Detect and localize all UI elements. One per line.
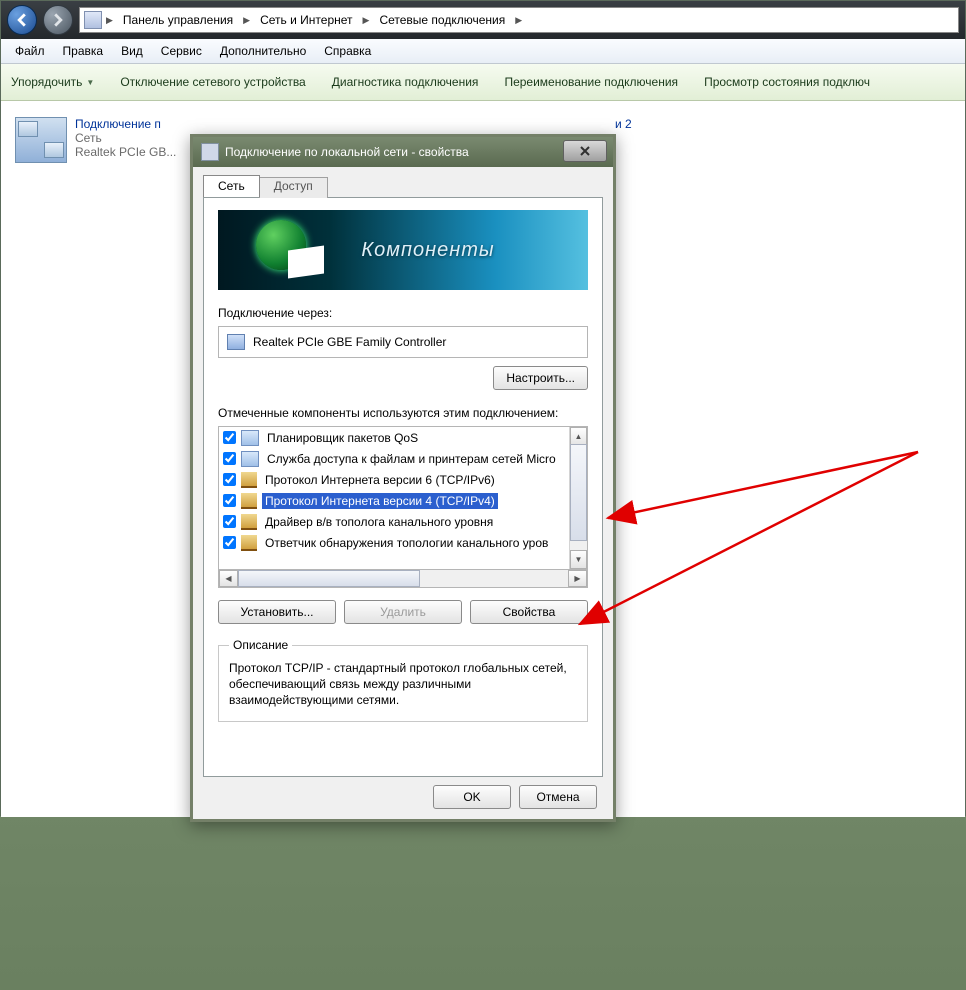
dialog-title: Подключение по локальной сети - свойства <box>225 145 605 159</box>
components-label: Отмеченные компоненты используются этим … <box>218 406 588 420</box>
component-checkbox[interactable] <box>223 494 236 507</box>
component-checkbox[interactable] <box>223 431 236 444</box>
list-item-selected[interactable]: Протокол Интернета версии 4 (TCP/IPv4) <box>219 490 569 511</box>
protocol-icon <box>241 514 257 530</box>
network-connection-item[interactable]: Подключение п Сеть Realtek PCIe GB... <box>15 117 195 163</box>
component-checkbox[interactable] <box>223 473 236 486</box>
command-bar: Упорядочить ▼ Отключение сетевого устрой… <box>1 64 965 101</box>
network-connection-icon <box>15 117 67 163</box>
chevron-right-icon: ▶ <box>363 15 370 26</box>
tab-content: Компоненты Подключение через: Realtek PC… <box>203 197 603 777</box>
cmd-diagnose[interactable]: Диагностика подключения <box>332 75 479 89</box>
protocol-icon <box>241 472 257 488</box>
description-group: Описание Протокол TCP/IP - стандартный п… <box>218 638 588 722</box>
component-name: Служба доступа к файлам и принтерам сете… <box>264 451 559 467</box>
scroll-thumb[interactable] <box>570 444 587 541</box>
list-item[interactable]: Драйвер в/в тополога канального уровня <box>219 511 569 532</box>
forward-button[interactable] <box>43 5 73 35</box>
properties-dialog: Подключение по локальной сети - свойства… <box>190 134 616 822</box>
components-list[interactable]: Планировщик пакетов QoS Служба доступа к… <box>218 426 588 570</box>
chevron-right-icon: ▶ <box>106 15 113 26</box>
dialog-titlebar[interactable]: Подключение по локальной сети - свойства <box>193 137 613 167</box>
close-icon <box>579 146 591 156</box>
cmd-label: Упорядочить <box>11 75 82 89</box>
cmd-rename[interactable]: Переименование подключения <box>504 75 678 89</box>
connection-text: Подключение п Сеть Realtek PCIe GB... <box>75 117 176 163</box>
install-button[interactable]: Установить... <box>218 600 336 624</box>
tab-network[interactable]: Сеть <box>203 175 260 197</box>
component-name: Ответчик обнаружения топологии канальног… <box>262 535 551 551</box>
banner-text: Компоненты <box>361 239 494 262</box>
connection-name: Подключение п <box>75 117 176 131</box>
network-adapter-icon <box>227 334 245 350</box>
uninstall-button: Удалить <box>344 600 462 624</box>
horizontal-scrollbar[interactable]: ◀ ▶ <box>218 570 588 588</box>
component-name: Протокол Интернета версии 4 (TCP/IPv4) <box>262 493 498 509</box>
list-item[interactable]: Протокол Интернета версии 6 (TCP/IPv6) <box>219 469 569 490</box>
configure-button[interactable]: Настроить... <box>493 366 588 390</box>
component-name: Драйвер в/в тополога канального уровня <box>262 514 496 530</box>
menu-edit[interactable]: Правка <box>55 42 112 60</box>
component-name: Протокол Интернета версии 6 (TCP/IPv6) <box>262 472 498 488</box>
protocol-icon <box>241 535 257 551</box>
dialog-icon <box>201 143 219 161</box>
component-checkbox[interactable] <box>223 536 236 549</box>
protocol-icon <box>241 493 257 509</box>
menu-extra[interactable]: Дополнительно <box>212 42 314 60</box>
properties-button[interactable]: Свойства <box>470 600 588 624</box>
back-button[interactable] <box>7 5 37 35</box>
vertical-scrollbar[interactable]: ▲ ▼ <box>569 427 587 569</box>
menu-help[interactable]: Справка <box>316 42 379 60</box>
cmd-disable-device[interactable]: Отключение сетевого устройства <box>120 75 305 89</box>
menu-bar: Файл Правка Вид Сервис Дополнительно Спр… <box>1 39 965 64</box>
menu-view[interactable]: Вид <box>113 42 151 60</box>
chevron-right-icon: ▶ <box>515 15 522 26</box>
tab-strip: Сеть Доступ <box>203 175 603 197</box>
scroll-thumb[interactable] <box>238 570 420 587</box>
nav-bar: ▶ Панель управления ▶ Сеть и Интернет ▶ … <box>1 1 965 39</box>
scroll-right-icon[interactable]: ▶ <box>568 570 587 587</box>
list-item[interactable]: Ответчик обнаружения топологии канальног… <box>219 532 569 553</box>
address-bar[interactable]: ▶ Панель управления ▶ Сеть и Интернет ▶ … <box>79 7 959 33</box>
breadcrumb-segment[interactable]: Сетевые подключения <box>373 8 511 32</box>
components-banner: Компоненты <box>218 210 588 290</box>
cmd-organize[interactable]: Упорядочить ▼ <box>11 75 94 89</box>
tab-access[interactable]: Доступ <box>259 177 328 198</box>
breadcrumb-segment[interactable]: Сеть и Интернет <box>254 8 358 32</box>
chevron-right-icon: ▶ <box>243 15 250 26</box>
connection-device: Realtek PCIe GB... <box>75 145 176 159</box>
list-item[interactable]: Планировщик пакетов QoS <box>219 427 569 448</box>
description-legend: Описание <box>229 638 292 652</box>
close-button[interactable] <box>563 140 607 162</box>
cmd-view-status[interactable]: Просмотр состояния подключ <box>704 75 870 89</box>
adapter-box: Realtek PCIe GBE Family Controller <box>218 326 588 358</box>
connection-2-label: и 2 <box>615 117 632 131</box>
component-checkbox[interactable] <box>223 515 236 528</box>
service-icon <box>241 451 259 467</box>
ok-button[interactable]: OK <box>433 785 511 809</box>
list-item[interactable]: Служба доступа к файлам и принтерам сете… <box>219 448 569 469</box>
menu-file[interactable]: Файл <box>7 42 53 60</box>
scroll-down-icon[interactable]: ▼ <box>570 550 587 569</box>
component-name: Планировщик пакетов QoS <box>264 430 421 446</box>
connect-using-label: Подключение через: <box>218 306 588 320</box>
breadcrumb-segment[interactable]: Панель управления <box>117 8 239 32</box>
adapter-name: Realtek PCIe GBE Family Controller <box>253 335 446 349</box>
scroll-left-icon[interactable]: ◀ <box>219 570 238 587</box>
description-text: Протокол TCP/IP - стандартный протокол г… <box>229 660 577 709</box>
location-icon <box>84 11 102 29</box>
connection-status: Сеть <box>75 131 176 145</box>
sheet-icon <box>288 245 324 278</box>
cancel-button[interactable]: Отмена <box>519 785 597 809</box>
service-icon <box>241 430 259 446</box>
component-checkbox[interactable] <box>223 452 236 465</box>
menu-service[interactable]: Сервис <box>153 42 210 60</box>
chevron-down-icon: ▼ <box>86 78 94 87</box>
